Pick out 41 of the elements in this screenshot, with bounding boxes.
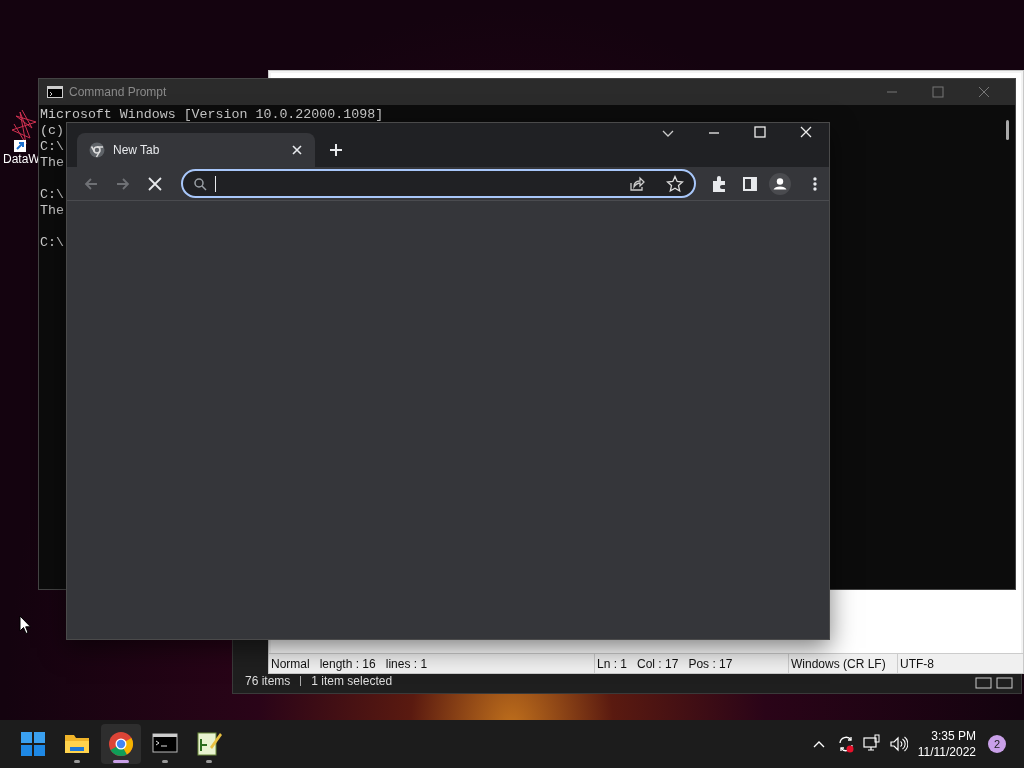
network-icon[interactable] (861, 734, 882, 754)
address-bar[interactable] (180, 169, 697, 198)
status-text: length : 16 (319, 655, 376, 673)
status-text: lines : 1 (385, 655, 428, 673)
notification-badge[interactable]: 2 (988, 735, 1006, 753)
console-line: Microsoft Windows [Version 10.0.22000.1098] (40, 107, 384, 123)
scrollbar-thumb[interactable] (1006, 120, 1009, 140)
text-cursor (214, 175, 216, 192)
console-line: C:\ (40, 187, 64, 203)
browser-logo-icon (108, 731, 134, 757)
clock[interactable]: 3:35 PM 11/11/2022 (917, 728, 976, 760)
mouse-pointer-icon (19, 615, 32, 635)
view-toggle-icon[interactable] (975, 677, 1015, 689)
console-line: C:\ (40, 235, 64, 251)
share-icon[interactable] (628, 174, 647, 193)
status-text: Normal (271, 655, 310, 673)
status-text: 1 item selected (311, 673, 393, 690)
star-icon[interactable] (666, 174, 685, 193)
browser-taskbar-button[interactable] (101, 724, 141, 764)
volume-icon[interactable] (887, 734, 908, 754)
close-icon[interactable] (291, 144, 303, 156)
chevron-up-icon[interactable] (811, 739, 826, 749)
console-line: The (40, 155, 64, 171)
status-text: Ln : 1 (597, 655, 628, 673)
profile-avatar-icon[interactable] (769, 172, 792, 195)
window-title: Command Prompt (69, 84, 167, 101)
terminal-icon[interactable] (47, 86, 63, 98)
console-line: The (40, 203, 64, 219)
status-text: Pos : 17 (688, 655, 733, 673)
desktop-icon-label[interactable]: DataW (3, 152, 40, 166)
side-panel-icon[interactable] (742, 175, 759, 192)
status-text: Windows (CR LF) (791, 655, 886, 673)
status-text: UTF-8 (900, 655, 934, 673)
search-icon[interactable] (192, 176, 207, 191)
browser-tab[interactable]: New Tab (77, 133, 315, 167)
console-line: (c) (40, 123, 64, 139)
console-line: C:\ (40, 139, 64, 154)
status-text: Col : 17 (637, 655, 679, 673)
notepad-icon (196, 731, 222, 757)
status-text: 76 items (245, 673, 291, 690)
windows-logo-icon (20, 731, 46, 757)
